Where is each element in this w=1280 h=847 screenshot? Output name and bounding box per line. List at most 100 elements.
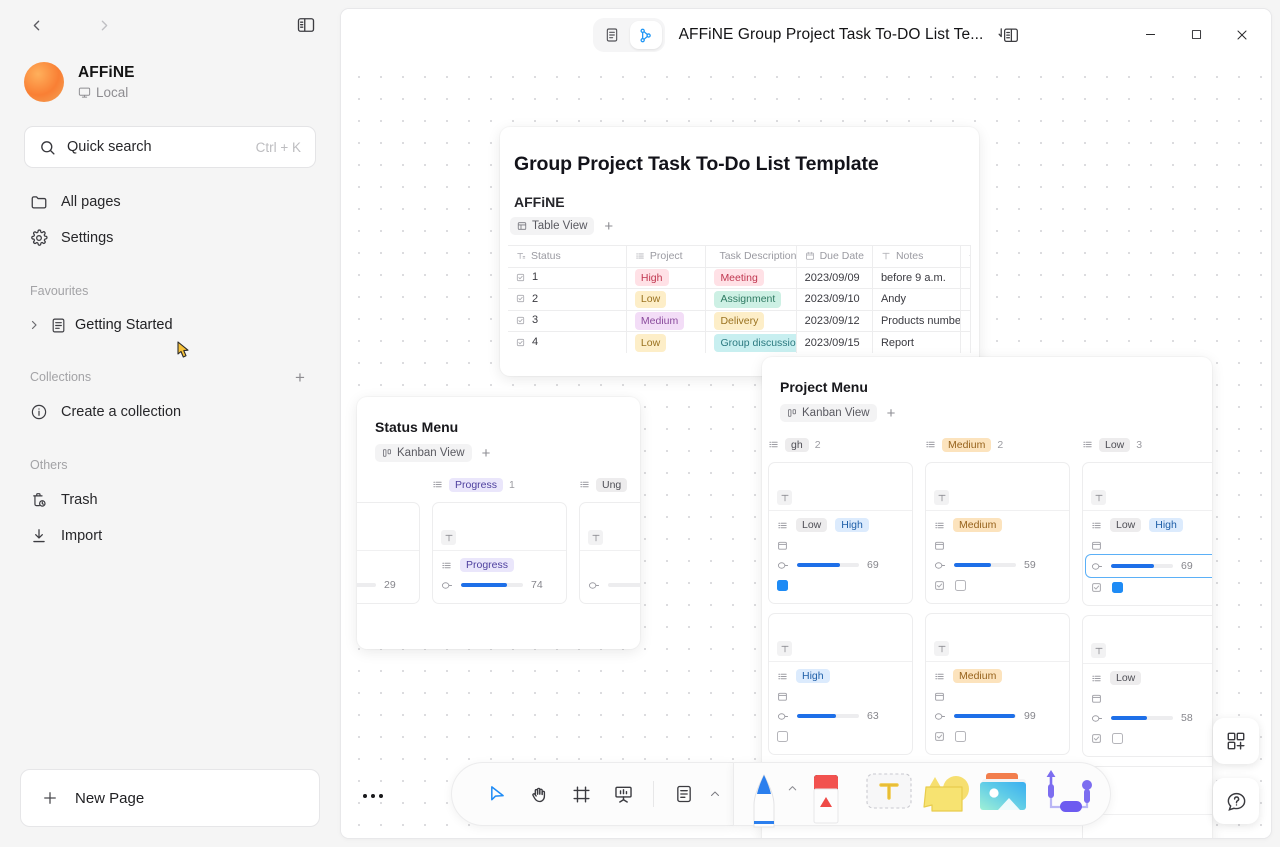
cell-status[interactable]: 4 [508,331,627,354]
card-title-row[interactable] [357,511,411,545]
cell-status[interactable]: 2 [508,288,627,311]
card-checkbox-row[interactable] [934,726,1061,746]
cell-notes[interactable]: Andy [872,288,961,311]
eraser-tool-button[interactable] [800,761,856,825]
column-header-due-date[interactable]: Due Date [796,245,873,268]
pen-chevron-up-icon[interactable] [787,783,798,794]
text-tool-button[interactable] [860,761,916,825]
card-checkbox-row[interactable] [777,575,904,595]
editor-mode-switch[interactable] [592,18,665,52]
column-header-add[interactable]: + [960,245,972,268]
card-tags-row[interactable]: High [777,666,904,686]
more-options-button[interactable] [363,794,383,798]
add-view-button[interactable]: + [478,446,495,461]
chevron-right-icon[interactable] [26,319,42,331]
card-title-row[interactable] [934,471,1061,505]
progress-bar[interactable] [461,583,523,587]
select-tool-button[interactable] [478,772,516,816]
cell-task-description[interactable]: Delivery [705,309,797,332]
column-header-task-description[interactable]: Task Description [705,245,797,268]
cell-task-description[interactable]: Group discussion [705,331,797,354]
column-header-notes[interactable]: Notes [872,245,961,268]
frame-tool-button[interactable] [562,772,600,816]
card-progress-row[interactable]: 1 [588,575,640,595]
kanban-card[interactable]: Low High 69 [1082,462,1212,606]
progress-bar[interactable] [797,563,859,567]
card-progress-row[interactable]: 99 [934,706,1061,726]
progress-bar[interactable] [357,583,376,587]
sidebar-item-settings[interactable]: Settings [20,220,320,256]
progress-bar[interactable] [797,714,859,718]
table-row[interactable]: 3 Medium Delivery 2023/09/12 Products number [508,309,972,332]
card-progress-row[interactable]: 69 [777,555,904,575]
card-title-row[interactable] [1091,471,1212,505]
new-page-button[interactable]: New Page [20,769,320,827]
kanban-card[interactable]: High 63 [768,613,913,755]
checkbox-unchecked[interactable] [955,730,966,742]
column-header-project[interactable]: Project [626,245,707,268]
card-progress-row[interactable]: 58 [1091,708,1212,728]
cell-due-date[interactable]: 2023/09/15 [796,331,873,354]
card-progress-row[interactable]: 74 [441,575,558,595]
edgeless-canvas[interactable]: Group Project Task To-Do List Template A… [341,61,1271,838]
cell-status[interactable]: 1 [508,266,627,289]
sidebar-item-all-pages[interactable]: All pages [20,184,320,220]
cell-notes[interactable]: before 9 a.m. [872,266,961,289]
kanban-column[interactable]: Progress 1 Progress 74 [432,476,567,604]
sidebar-item-import[interactable]: Import [20,518,320,554]
help-button[interactable] [1213,778,1259,824]
table-row[interactable]: 2 Low Assignment 2023/09/10 Andy [508,288,972,311]
progress-bar[interactable] [608,583,640,587]
shape-tool-button[interactable] [920,761,976,825]
sidebar-item-create-collection[interactable]: Create a collection [20,394,320,430]
present-tool-button[interactable] [604,772,642,816]
sidebar-toggle-button[interactable] [290,9,322,41]
card-progress-row[interactable]: 69 [1085,554,1212,578]
card-date-row[interactable] [777,535,904,555]
tab-kanban-view[interactable]: Kanban View [375,444,472,462]
card-progress-row[interactable]: 63 [777,706,904,726]
image-tool-button[interactable] [980,761,1036,825]
kanban-card[interactable]: Low High 69 [768,462,913,604]
toc-add-button[interactable] [1213,718,1259,764]
card-title-row[interactable] [777,471,904,505]
card-progress-row[interactable]: 29 [357,575,411,595]
edgeless-mode-button[interactable] [629,21,662,49]
add-view-button[interactable]: + [600,219,617,234]
kanban-card[interactable]: Medium 99 [925,613,1070,755]
card-date-row[interactable] [934,686,1061,706]
cell-status[interactable]: 3 [508,309,627,332]
cell-task-description[interactable]: Meeting [705,266,797,289]
kanban-column[interactable]: 29 [357,476,420,604]
tab-kanban-view[interactable]: Kanban View [780,404,877,422]
connector-tool-button[interactable] [1040,761,1096,825]
checkbox-checked[interactable] [777,579,788,591]
card-checkbox-row[interactable] [1091,728,1212,748]
quick-search-button[interactable]: Quick search Ctrl + K [24,126,316,168]
checkbox-unchecked[interactable] [955,579,966,591]
checkbox-unchecked[interactable] [1112,732,1123,744]
cell-due-date[interactable]: 2023/09/10 [796,288,873,311]
pen-tool-button[interactable] [740,761,798,828]
card-tags-row[interactable]: Low High [777,515,904,535]
cell-project[interactable]: Low [626,331,707,354]
cell-project[interactable]: Low [626,288,707,311]
back-button[interactable] [20,9,52,41]
card-tags-row[interactable] [357,555,411,575]
cell-notes[interactable]: Products number [872,309,961,332]
workspace-selector[interactable]: AFFiNE Local [0,50,340,106]
card-title-row[interactable] [777,622,904,656]
card-checkbox-row[interactable] [777,726,904,746]
card-tags-row[interactable]: Low [1091,668,1212,688]
cell-due-date[interactable]: 2023/09/12 [796,309,873,332]
kanban-card[interactable]: Progress 74 [432,502,567,604]
note-block-status-menu[interactable]: Status Menu Kanban View + 29 Progress 1 Pro… [357,397,640,649]
right-sidebar-toggle-button[interactable] [997,26,1019,45]
kanban-column[interactable]: Ung 1 [579,476,640,604]
table-row[interactable]: 4 Low Group discussion 2023/09/15 Report [508,331,972,354]
card-date-row[interactable] [934,535,1061,555]
kanban-card[interactable]: Low 58 [1082,615,1212,757]
checkbox-unchecked[interactable] [777,730,788,742]
note-tool-button[interactable] [665,772,703,816]
card-date-row[interactable] [1091,535,1212,555]
